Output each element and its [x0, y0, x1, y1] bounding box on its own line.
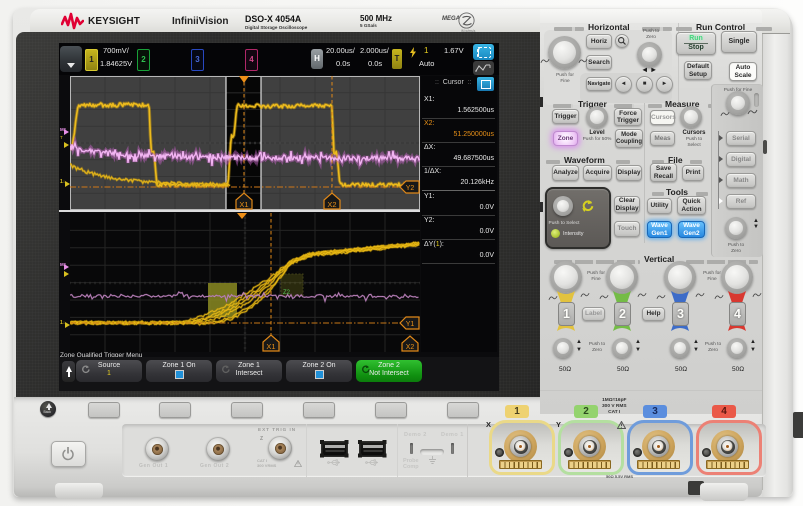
svg-text:X1: X1: [266, 342, 275, 351]
svg-text:X1: X1: [239, 200, 248, 209]
svg-text:X2: X2: [327, 200, 336, 209]
svg-text:Y1: Y1: [406, 321, 415, 328]
svg-text:X2: X2: [406, 344, 415, 351]
svg-text:Y2: Y2: [406, 185, 415, 192]
